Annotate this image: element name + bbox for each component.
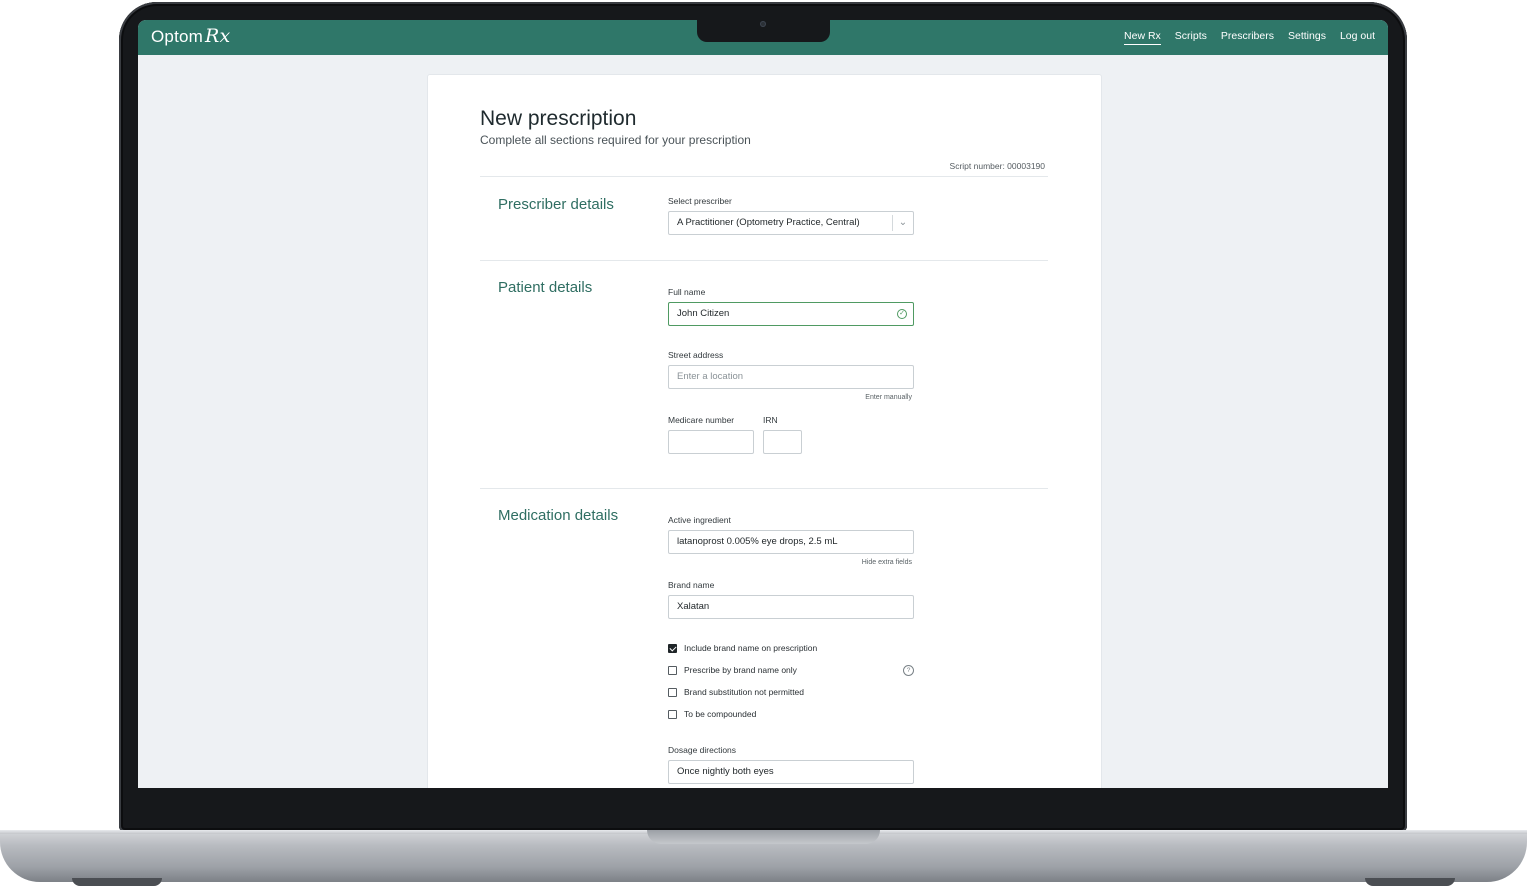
brand-name-value: Xalatan xyxy=(677,601,710,612)
chevron-down-icon[interactable]: ⌄ xyxy=(892,215,913,231)
full-name-value: John Citizen xyxy=(677,308,730,319)
laptop-foot-right xyxy=(1365,878,1455,886)
laptop-opening-notch xyxy=(647,830,880,844)
check-circle-icon: ✓ xyxy=(897,309,907,319)
checkbox-unchecked[interactable] xyxy=(668,709,677,719)
hide-extra-fields-text: Hide extra fields xyxy=(861,559,912,566)
checkbox-include-brand[interactable]: Include brand name on prescription xyxy=(668,643,817,653)
prescriber-select-value: A Practitioner (Optometry Practice, Cent… xyxy=(677,217,860,228)
nav-log-out[interactable]: Log out xyxy=(1340,30,1375,45)
dosage-directions-value: Once nightly both eyes xyxy=(677,766,774,777)
question-circle-icon[interactable]: ? xyxy=(903,665,914,676)
irn-label: IRN xyxy=(763,415,778,425)
street-address-label: Street address xyxy=(668,350,724,360)
camera-icon xyxy=(760,21,766,27)
checkbox-brand-only[interactable]: Prescribe by brand name only xyxy=(668,665,797,675)
screen: Optom Rx New Rx Scripts Prescribers Setti… xyxy=(138,20,1388,788)
nav-scripts[interactable]: Scripts xyxy=(1175,30,1207,45)
divider xyxy=(480,488,1048,489)
checkbox-unchecked[interactable] xyxy=(668,687,677,697)
checkbox-label: Prescribe by brand name only xyxy=(684,665,797,675)
street-address-placeholder: Enter a location xyxy=(677,371,744,382)
dosage-directions-input[interactable]: Once nightly both eyes xyxy=(668,760,914,784)
section-title-medication: Medication details xyxy=(498,507,619,524)
street-address-input[interactable]: Enter a location xyxy=(668,365,914,389)
enter-manually-text: Enter manually xyxy=(865,394,912,401)
select-prescriber-label: Select prescriber xyxy=(668,196,732,206)
irn-input[interactable] xyxy=(763,430,802,454)
nav-settings[interactable]: Settings xyxy=(1288,30,1326,45)
main-nav: New Rx Scripts Prescribers Settings Log … xyxy=(1124,30,1375,45)
divider xyxy=(480,176,1048,177)
checkbox-label: To be compounded xyxy=(684,709,757,719)
divider xyxy=(480,260,1048,261)
logo-rx: Rx xyxy=(205,25,231,47)
logo-text: Optom xyxy=(151,27,204,46)
section-title-patient: Patient details xyxy=(498,279,593,296)
active-ingredient-value: latanoprost 0.005% eye drops, 2.5 mL xyxy=(677,536,838,547)
page-subtitle: Complete all sections required for your … xyxy=(480,133,751,147)
checkbox-checked[interactable] xyxy=(668,643,677,653)
prescription-form-card: New prescription Complete all sections r… xyxy=(427,74,1102,788)
active-ingredient-input[interactable]: latanoprost 0.005% eye drops, 2.5 mL xyxy=(668,530,914,554)
brand-name-input[interactable]: Xalatan xyxy=(668,595,914,619)
medicare-number-input[interactable] xyxy=(668,430,754,454)
script-number: Script number: 00003190 xyxy=(949,161,1045,171)
checkbox-compounded[interactable]: To be compounded xyxy=(668,709,756,719)
full-name-input[interactable]: John Citizen ✓ xyxy=(668,302,914,326)
page-title: New prescription xyxy=(480,107,637,130)
hide-extra-fields-link[interactable]: Hide extra fields xyxy=(668,559,912,566)
checkbox-label: Include brand name on prescription xyxy=(684,643,818,653)
checkbox-unchecked[interactable] xyxy=(668,665,677,675)
prescriber-select[interactable]: A Practitioner (Optometry Practice, Cent… xyxy=(668,211,914,235)
checkbox-no-substitution[interactable]: Brand substitution not permitted xyxy=(668,687,804,697)
dosage-directions-label: Dosage directions xyxy=(668,745,737,755)
app-logo[interactable]: Optom Rx xyxy=(151,25,230,47)
active-ingredient-label: Active ingredient xyxy=(668,515,731,525)
brand-name-label: Brand name xyxy=(668,580,715,590)
medicare-number-label: Medicare number xyxy=(668,415,735,425)
checkbox-label: Brand substitution not permitted xyxy=(684,687,805,697)
laptop-foot-left xyxy=(72,878,162,886)
enter-manually-link[interactable]: Enter manually xyxy=(668,394,912,401)
nav-prescribers[interactable]: Prescribers xyxy=(1221,30,1274,45)
full-name-label: Full name xyxy=(668,287,706,297)
nav-new-rx[interactable]: New Rx xyxy=(1124,30,1161,45)
section-title-prescriber: Prescriber details xyxy=(498,196,614,213)
